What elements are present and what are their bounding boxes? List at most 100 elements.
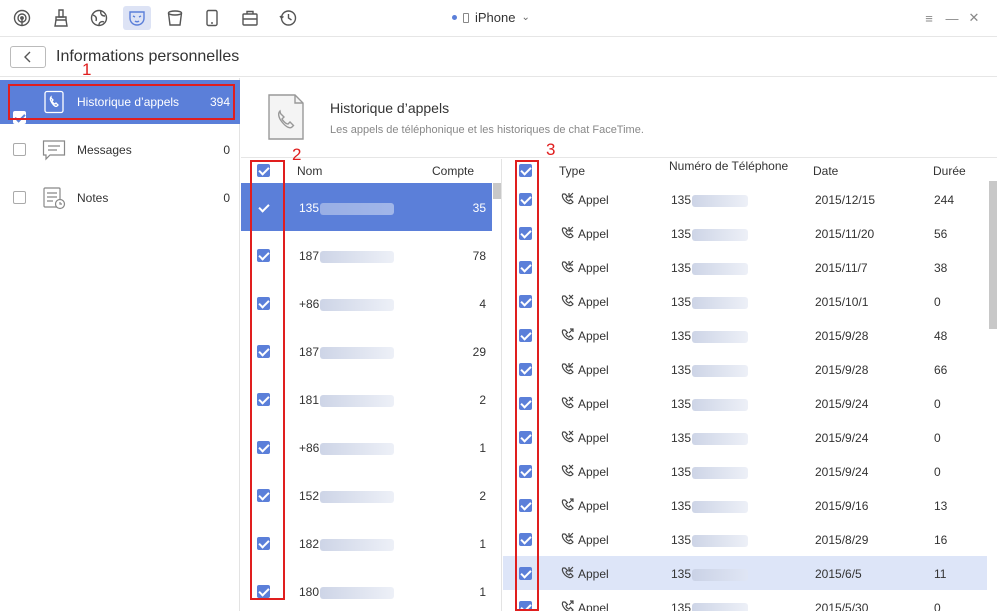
contact-number: 187: [299, 345, 395, 359]
device-selector[interactable]: iPhone ⌄: [452, 10, 530, 25]
call-number: 135: [671, 533, 749, 547]
call-duration: 0: [934, 601, 941, 611]
column-header-type[interactable]: Type: [559, 164, 585, 178]
tablet-icon[interactable]: [198, 6, 226, 30]
call-row[interactable]: Appel 135 2015/6/5 11: [503, 556, 987, 590]
column-header-date[interactable]: Date: [813, 164, 838, 178]
close-icon[interactable]: ✕: [965, 9, 983, 27]
menu-icon[interactable]: ≡: [920, 9, 938, 27]
call-date: 2015/9/28: [815, 363, 869, 377]
call-date: 2015/9/24: [815, 397, 869, 411]
contact-number-prefix: 135: [299, 201, 320, 215]
sidebar-checkbox[interactable]: [13, 143, 26, 156]
call-row[interactable]: Appel 135 2015/10/1 0: [503, 284, 987, 318]
back-button[interactable]: [10, 46, 46, 68]
column-header-duration[interactable]: Durée: [933, 164, 966, 178]
call-date: 2015/11/20: [815, 227, 875, 241]
call-type: Appel: [578, 329, 609, 343]
cleaner-icon[interactable]: [47, 6, 75, 30]
sidebar-checkbox[interactable]: [13, 191, 26, 204]
call-duration: 0: [934, 397, 941, 411]
mask-icon[interactable]: [123, 6, 151, 30]
incoming-call-icon: [560, 532, 574, 546]
call-row[interactable]: Appel 135 2015/12/15 244: [503, 182, 987, 216]
bucket-icon[interactable]: [161, 6, 189, 30]
annotation-number-3: 3: [546, 140, 556, 159]
call-row[interactable]: Appel 135 2015/5/30 0: [503, 590, 987, 611]
call-date: 2015/9/16: [815, 499, 869, 513]
call-row[interactable]: Appel 135 2015/11/20 56: [503, 216, 987, 250]
category-info: Historique d’appels Les appels de téléph…: [241, 78, 997, 158]
incoming-call-icon: [560, 260, 574, 274]
call-duration: 0: [934, 295, 941, 309]
call-number-prefix: 135: [671, 533, 692, 547]
call-duration: 66: [934, 363, 948, 377]
sidebar-item-count: 0: [223, 191, 230, 205]
annotation-box-3: [515, 160, 539, 611]
contact-number-prefix: +86: [299, 441, 320, 455]
call-number: 135: [671, 363, 749, 377]
redacted-digits: [692, 534, 749, 547]
redacted-digits: [320, 202, 395, 215]
contact-call-count: 2: [479, 489, 486, 503]
contacts-scrollbar[interactable]: [493, 183, 501, 199]
annotation-number-2: 2: [292, 145, 302, 164]
sidebar-item-notes[interactable]: Notes 0: [0, 176, 240, 220]
call-date: 2015/5/30: [815, 601, 869, 611]
call-number-prefix: 135: [671, 261, 692, 275]
column-header-number[interactable]: Numéro de Téléphone: [669, 159, 788, 173]
toolbox-icon[interactable]: [236, 6, 264, 30]
call-type: Appel: [578, 465, 609, 479]
chevron-down-icon: ⌄: [521, 12, 530, 23]
redacted-digits: [320, 490, 395, 503]
column-header-name[interactable]: Nom: [297, 164, 322, 178]
missed-call-icon: [560, 430, 574, 444]
contact-number: +86: [299, 297, 395, 311]
contact-number-prefix: 152: [299, 489, 320, 503]
redacted-digits: [320, 346, 395, 359]
contact-call-count: 1: [479, 441, 486, 455]
call-row[interactable]: Appel 135 2015/9/24 0: [503, 420, 987, 454]
calls-table: Type Numéro de Téléphone Date Durée Appe…: [503, 159, 997, 611]
sidebar-item-count: 0: [223, 143, 230, 157]
info-title: Historique d’appels: [330, 100, 450, 116]
history-icon[interactable]: [274, 6, 302, 30]
call-type: Appel: [578, 261, 609, 275]
call-date: 2015/11/7: [815, 261, 868, 275]
annotation-box-2: [250, 160, 285, 600]
redacted-digits: [692, 398, 749, 411]
airdrop-icon[interactable]: [8, 6, 36, 30]
sidebar-item-messages[interactable]: Messages 0: [0, 128, 240, 172]
call-row[interactable]: Appel 135 2015/9/24 0: [503, 386, 987, 420]
redacted-digits: [692, 432, 749, 445]
call-row[interactable]: Appel 135 2015/9/16 13: [503, 488, 987, 522]
call-date: 2015/6/5: [815, 567, 862, 581]
contact-number-prefix: +86: [299, 297, 320, 311]
redacted-digits: [320, 298, 395, 311]
incoming-call-icon: [560, 226, 574, 240]
call-duration: 48: [934, 329, 948, 343]
call-number: 135: [671, 295, 749, 309]
call-number: 135: [671, 397, 749, 411]
redacted-digits: [692, 228, 749, 241]
call-duration: 244: [934, 193, 955, 207]
call-row[interactable]: Appel 135 2015/8/29 16: [503, 522, 987, 556]
page-header: Informations personnelles: [0, 37, 997, 77]
column-header-count[interactable]: Compte: [432, 164, 474, 178]
annotation-number-1: 1: [82, 60, 92, 79]
contact-number: 152: [299, 489, 395, 503]
call-row[interactable]: Appel 135 2015/9/28 48: [503, 318, 987, 352]
globe-icon[interactable]: [85, 6, 113, 30]
minimize-icon[interactable]: —: [943, 9, 961, 27]
call-duration: 0: [934, 465, 941, 479]
call-type: Appel: [578, 363, 609, 377]
contact-number: 180: [299, 585, 395, 599]
redacted-digits: [320, 586, 395, 599]
connected-indicator: [452, 15, 457, 20]
calls-scrollbar[interactable]: [989, 181, 997, 329]
call-row[interactable]: Appel 135 2015/9/24 0: [503, 454, 987, 488]
contact-number: +86: [299, 441, 395, 455]
redacted-digits: [692, 466, 749, 479]
call-row[interactable]: Appel 135 2015/11/7 38: [503, 250, 987, 284]
call-row[interactable]: Appel 135 2015/9/28 66: [503, 352, 987, 386]
